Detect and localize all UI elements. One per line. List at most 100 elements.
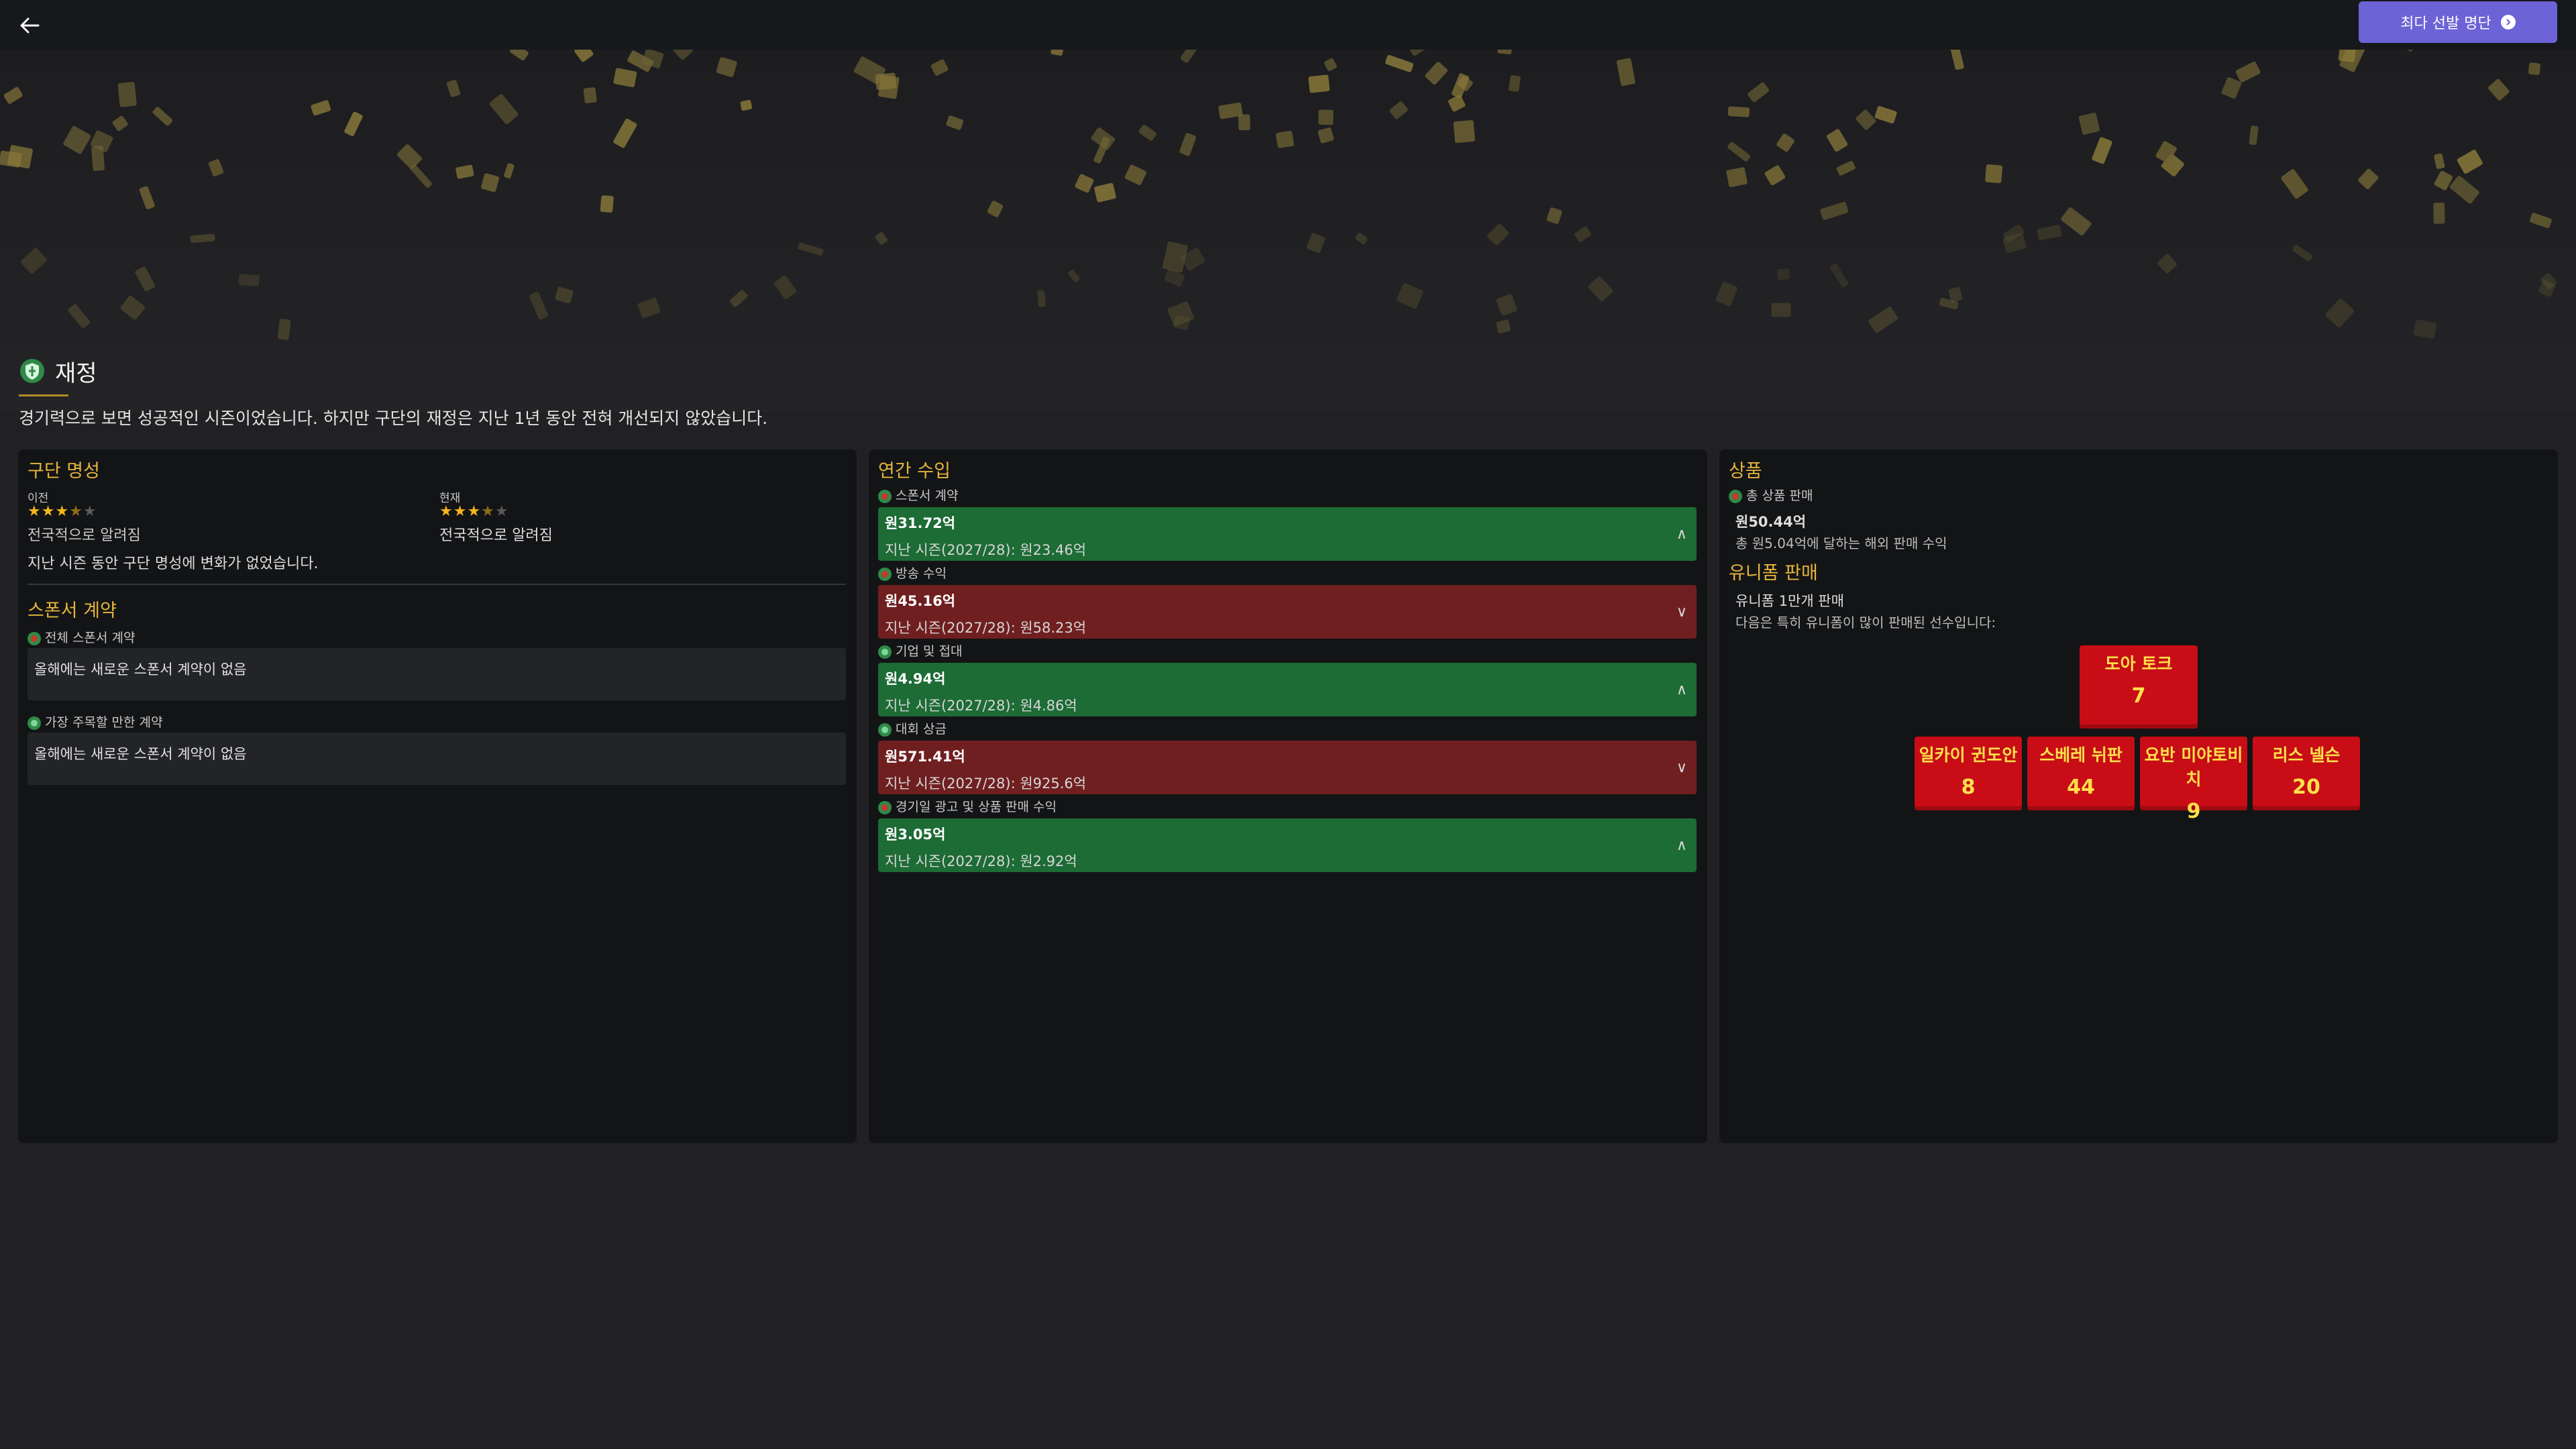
player-name: 요반 미야토비치: [2144, 745, 2243, 789]
confetti-piece: [2037, 225, 2062, 240]
confetti-piece: [208, 159, 224, 176]
confetti-piece: [1726, 167, 1748, 187]
revenue-previous: 지난 시즌(2027/28): 원925.6억: [885, 775, 1087, 792]
confetti-piece: [2092, 137, 2112, 164]
confetti-piece: [112, 115, 128, 131]
confetti-piece: [1180, 50, 1198, 63]
confetti-piece: [2338, 50, 2357, 62]
confetti-piece: [1496, 319, 1511, 333]
confetti-piece: [2530, 213, 2552, 229]
revenue-value: 원3.05억: [885, 826, 946, 843]
confetti-piece: [410, 164, 432, 189]
confetti-piece: [1487, 223, 1509, 246]
reputation-title: 구단 명성: [28, 461, 100, 482]
confetti-piece: [1616, 58, 1635, 87]
curr-stars: ★★★★★: [439, 503, 509, 520]
confetti-piece: [489, 94, 519, 125]
revenue-value: 원4.94억: [885, 671, 946, 687]
confetti-piece: [1448, 95, 1466, 112]
merchandise-panel: 상품 총 상품 판매 원50.44억 총 원5.04억에 달하는 해외 판매 수…: [1719, 449, 2558, 1143]
jersey-card[interactable]: 리스 넬슨 20: [2253, 737, 2360, 810]
coin-icon: [878, 489, 892, 503]
confetti-piece: [637, 297, 661, 319]
confetti-piece: [1425, 62, 1448, 85]
confetti-piece: [1389, 101, 1408, 119]
revenue-label-sponsorship: 스폰서 계약: [878, 486, 958, 504]
building-icon: [878, 645, 892, 659]
player-number: 8: [1961, 775, 1976, 799]
confetti-piece: [740, 99, 753, 111]
revenue-previous: 지난 시즌(2027/28): 원2.92억: [885, 853, 1077, 869]
confetti-piece: [1830, 263, 1849, 288]
revenue-value: 원45.16억: [885, 593, 956, 609]
confetti-piece: [574, 50, 594, 62]
confetti-decoration: [0, 50, 2557, 340]
confetti-piece: [875, 72, 897, 90]
revenue-row-matchday[interactable]: 원3.05억 지난 시즌(2027/28): 원2.92억 ∧: [878, 818, 1697, 872]
confetti-piece: [1124, 164, 1146, 185]
confetti-piece: [1318, 127, 1334, 144]
confetti-piece: [1308, 74, 1330, 93]
notable-deal-box: 올해에는 새로운 스폰서 계약이 없음: [28, 733, 846, 785]
confetti-piece: [716, 57, 737, 77]
confetti-piece: [613, 68, 637, 88]
confetti-piece: [555, 286, 574, 304]
confetti-piece: [875, 232, 888, 246]
confetti-piece: [1868, 307, 1898, 333]
confetti-piece: [1874, 106, 1897, 124]
revenue-title: 연간 수입: [878, 461, 951, 482]
notable-deal-label: 가장 주목할 만한 계약: [28, 712, 162, 731]
confetti-piece: [1771, 303, 1791, 317]
confetti-piece: [1496, 294, 1517, 316]
confetti-piece: [152, 107, 173, 126]
player-name: 일카이 귄도안: [1919, 745, 2018, 765]
back-button[interactable]: [15, 12, 44, 39]
confetti-piece: [481, 173, 500, 193]
chevron-down-icon: ∨: [1676, 759, 1687, 776]
chevron-up-icon: ∧: [1676, 682, 1687, 698]
uniform-subtitle: 다음은 특히 유니폼이 많이 판매된 선수입니다:: [1735, 614, 1996, 631]
player-number: 20: [2292, 775, 2320, 799]
finance-shield-icon: [20, 359, 44, 383]
confetti-piece: [946, 115, 964, 130]
arrow-left-icon: [20, 17, 40, 34]
jersey-card[interactable]: 도아 토크 7: [2080, 645, 2198, 729]
confetti-piece: [1324, 58, 1337, 72]
confetti-piece: [2061, 207, 2092, 236]
revenue-label-corporate: 기업 및 접대: [878, 641, 962, 659]
jersey-card[interactable]: 요반 미야토비치 9: [2140, 737, 2247, 823]
confetti-piece: [729, 290, 748, 307]
revenue-row-broadcast[interactable]: 원45.16억 지난 시즌(2027/28): 원58.23억 ∨: [878, 585, 1697, 639]
confetti-piece: [1275, 130, 1294, 148]
confetti-piece: [773, 275, 797, 300]
confetti-piece: [311, 100, 331, 116]
player-number: 9: [2186, 800, 2201, 823]
revenue-previous: 지난 시즌(2027/28): 원58.23억: [885, 620, 1087, 636]
next-team-of-season-button[interactable]: 최다 선발 명단: [2359, 1, 2557, 43]
confetti-piece: [1037, 290, 1046, 307]
revenue-value: 원571.41억: [885, 749, 965, 765]
title-underline: [19, 394, 68, 396]
confetti-piece: [2281, 169, 2308, 199]
trophy-icon: [878, 722, 892, 737]
confetti-piece: [1091, 127, 1116, 150]
confetti-piece: [1385, 54, 1414, 72]
confetti-piece: [2235, 61, 2261, 83]
jersey-card[interactable]: 스베레 뉘판 44: [2027, 737, 2135, 810]
confetti-piece: [504, 163, 515, 178]
revenue-row-corporate[interactable]: 원4.94억 지난 시즌(2027/28): 원4.86억 ∧: [878, 663, 1697, 716]
confetti-piece: [1410, 50, 1427, 56]
confetti-piece: [2457, 150, 2483, 174]
revenue-row-sponsorship[interactable]: 원31.72억 지난 시즌(2027/28): 원23.46억 ∧: [878, 507, 1697, 561]
confetti-piece: [68, 304, 91, 329]
revenue-row-prize[interactable]: 원571.41억 지난 시즌(2027/28): 원925.6억 ∨: [878, 741, 1697, 794]
confetti-piece: [1238, 114, 1250, 131]
confetti-piece: [2528, 62, 2541, 75]
chevron-up-icon: ∧: [1676, 526, 1687, 543]
jersey-card[interactable]: 일카이 귄도안 8: [1915, 737, 2022, 810]
reputation-panel: 구단 명성 이전 ★★★★★ 전국적으로 알려짐 현재 ★★★★★ 전국적으로 …: [18, 449, 857, 1143]
confetti-piece: [2488, 78, 2510, 101]
confetti-piece: [510, 50, 529, 61]
revenue-label-broadcast: 방송 수익: [878, 564, 947, 582]
confetti-piece: [2433, 203, 2445, 224]
